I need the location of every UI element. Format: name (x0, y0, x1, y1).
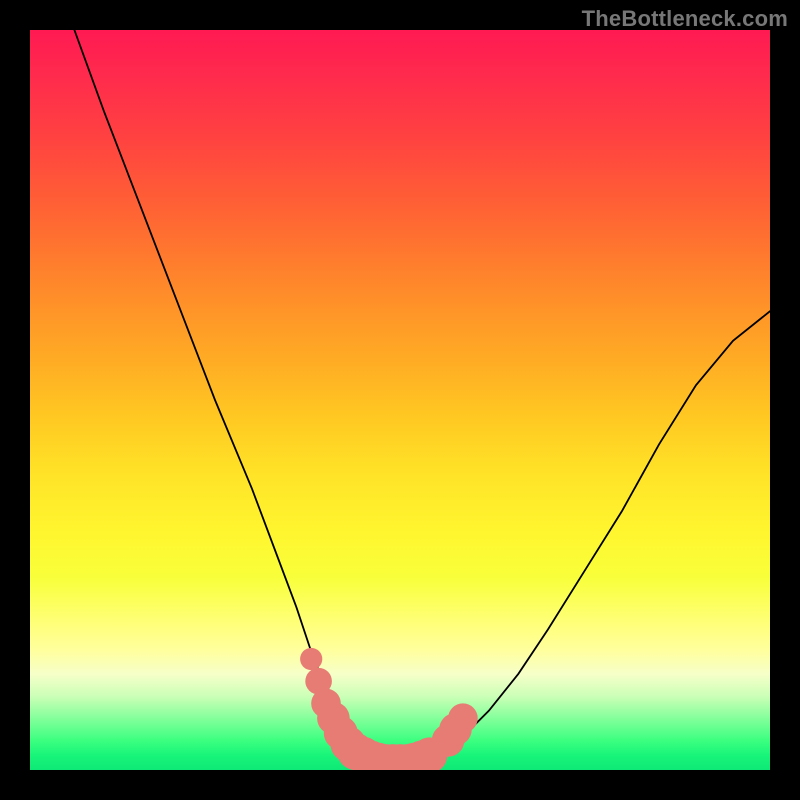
chart-frame: TheBottleneck.com (0, 0, 800, 800)
watermark-text: TheBottleneck.com (582, 6, 788, 32)
curve-marker (300, 648, 322, 670)
curve-marker (448, 703, 478, 733)
bottleneck-curve (74, 30, 770, 763)
curve-overlay (30, 30, 770, 770)
plot-area (30, 30, 770, 770)
marker-group (300, 648, 478, 770)
